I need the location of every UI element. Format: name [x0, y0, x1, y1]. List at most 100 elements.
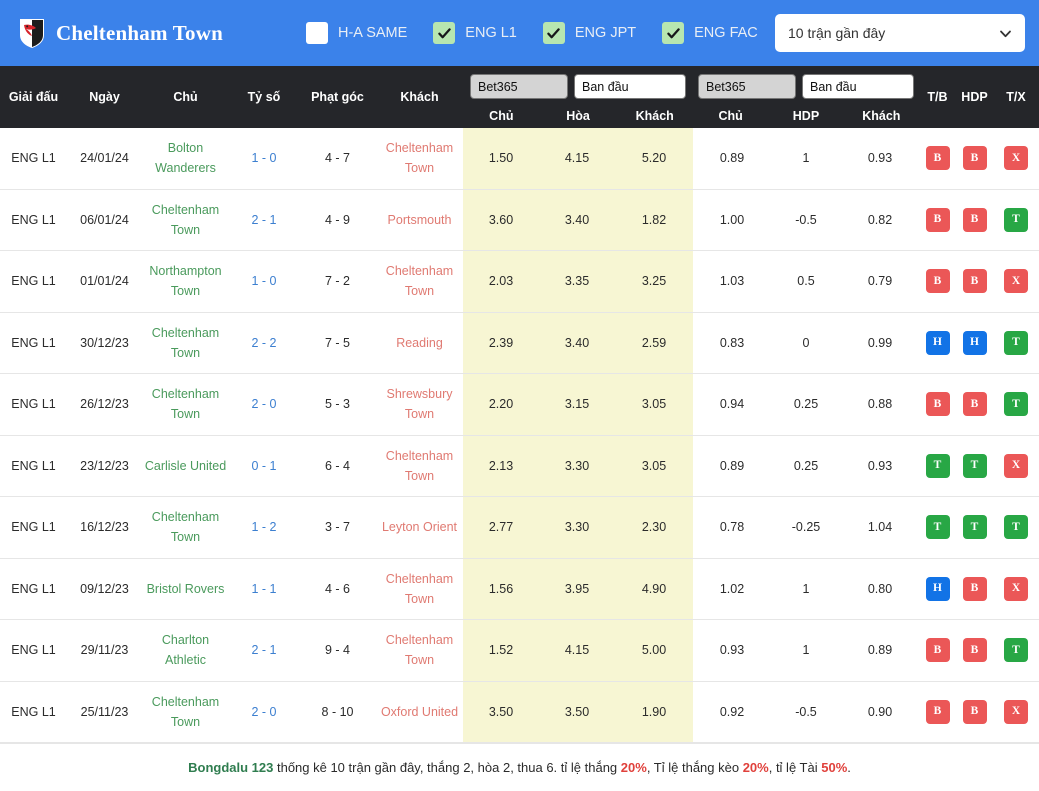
result-badge-tx-cell: T	[993, 312, 1039, 374]
result-badge-hdp: B	[962, 146, 987, 171]
odds-period-select-wrap[interactable]: Ban đầu	[574, 74, 686, 99]
result-badge-tb: B	[925, 207, 950, 232]
odds-home: 1.52	[463, 619, 539, 681]
odds-sub-away: Khách	[635, 108, 674, 123]
result-badge-tb: T	[925, 515, 950, 540]
result-badge-tb-cell: H	[919, 312, 956, 374]
table-row[interactable]: ENG L1 16/12/23 Cheltenham Town 1 - 2 3 - 7 L…	[0, 496, 1039, 559]
asian-away: 0.82	[867, 212, 893, 227]
result-badge-hdp-cell: B	[956, 251, 993, 313]
league-filters: H-A SAME ENG L1 ENG JPT ENG FAC	[306, 22, 758, 44]
table-row[interactable]: ENG L1 09/12/23 Bristol Rovers 1 - 1 4 - 6 Ch…	[0, 558, 1039, 620]
result-badge-hdp-cell: B	[956, 681, 993, 743]
table-row[interactable]: ENG L1 30/12/23 Cheltenham Town 2 - 2 7 - 5 R…	[0, 312, 1039, 374]
asian-hdp: 1	[802, 643, 810, 658]
home-team: Northampton Town	[149, 264, 222, 299]
asian-away: 0.90	[867, 704, 893, 719]
corner-score: 7 - 2	[324, 274, 350, 289]
corner-score: 5 - 3	[324, 397, 350, 412]
filter-ha-same[interactable]: H-A SAME	[306, 22, 407, 44]
asian-hdp: -0.25	[791, 520, 821, 535]
odds-away: 3.05	[615, 435, 693, 497]
table-header-row: Giải đấu Ngày Chủ Tỷ số Phạt góc Khách B…	[0, 66, 1039, 128]
result-badge-hdp-cell: B	[956, 620, 993, 682]
odds-draw: 3.40	[539, 312, 615, 374]
match-league: ENG L1	[11, 212, 56, 227]
result-badge-tx: X	[1004, 146, 1028, 171]
filter-eng-l1[interactable]: ENG L1	[433, 22, 517, 44]
odds-away: 5.00	[615, 619, 693, 681]
filter-eng-fac[interactable]: ENG FAC	[662, 22, 758, 44]
corner-score: 3 - 7	[324, 520, 350, 535]
filter-eng-jpt[interactable]: ENG JPT	[542, 22, 636, 44]
odds-sub-draw: Hòa	[566, 108, 590, 123]
away-team: Reading	[396, 335, 443, 350]
odds-sub-home: Chủ	[489, 108, 514, 123]
odds-bookmaker-select-wrap[interactable]: Bet365	[470, 74, 568, 99]
odds-period-select[interactable]: Ban đầu	[574, 74, 686, 99]
odds-bookmaker-select[interactable]: Bet365	[470, 74, 568, 99]
match-range-select[interactable]: 10 trận gần đây	[775, 14, 1025, 52]
asian-period-select-wrap[interactable]: Ban đầu	[802, 74, 914, 99]
recent-matches-table: Giải đấu Ngày Chủ Tỷ số Phạt góc Khách B…	[0, 66, 1039, 743]
corner-score: 4 - 9	[324, 212, 350, 227]
match-score: 1 - 1	[251, 581, 277, 596]
odds-home: 3.60	[463, 189, 539, 251]
odds-draw: 3.50	[539, 681, 615, 743]
match-date: 06/01/24	[80, 212, 129, 227]
odds-away: 1.82	[615, 189, 693, 251]
asian-home: 1.02	[719, 581, 745, 596]
odds-home: 3.50	[463, 681, 539, 743]
away-team: Cheltenham Town	[385, 141, 454, 176]
result-badge-tb-cell: B	[919, 251, 956, 313]
odds-draw: 4.15	[539, 128, 615, 189]
asian-away: 0.79	[867, 274, 893, 289]
asian-home: 0.89	[719, 458, 745, 473]
match-date: 01/01/24	[80, 274, 129, 289]
asian-period-select[interactable]: Ban đầu	[802, 74, 914, 99]
checkbox-checked-icon[interactable]	[433, 22, 456, 44]
header-bar: Cheltenham Town H-A SAME ENG L1 ENG JPT …	[0, 0, 1039, 66]
home-team: Bolton Wanderers	[155, 141, 216, 176]
match-score: 2 - 0	[251, 397, 277, 412]
summary-part-4: .	[847, 760, 851, 775]
result-badge-tx-cell: T	[993, 497, 1039, 559]
odds-home: 2.13	[463, 435, 539, 497]
asian-away: 0.99	[867, 335, 893, 350]
col-away-label: Khách	[400, 90, 439, 104]
col-date: Ngày	[67, 66, 142, 128]
col-tx: T/X	[993, 66, 1039, 128]
table-row[interactable]: ENG L1 29/11/23 Charlton Athletic 2 - 1 9 - …	[0, 619, 1039, 682]
team-name: Cheltenham Town	[56, 20, 223, 45]
checkbox-checked-icon[interactable]	[662, 22, 685, 44]
result-badge-hdp: B	[962, 392, 987, 417]
table-row[interactable]: ENG L1 06/01/24 Cheltenham Town 2 - 1 4 - 9 P…	[0, 189, 1039, 251]
checkbox-checked-icon[interactable]	[542, 22, 565, 44]
odds-draw: 3.30	[539, 496, 615, 558]
result-badge-tx: X	[1004, 269, 1028, 294]
asian-away: 0.88	[867, 397, 893, 412]
match-league: ENG L1	[11, 520, 56, 535]
result-badge-tx-cell: X	[993, 558, 1039, 620]
result-badge-tx-cell: X	[993, 128, 1039, 189]
table-row[interactable]: ENG L1 25/11/23 Cheltenham Town 2 - 0 8 - 10…	[0, 681, 1039, 743]
asian-bookmaker-select[interactable]: Bet365	[698, 74, 796, 99]
table-row[interactable]: ENG L1 26/12/23 Cheltenham Town 2 - 0 5 - 3 S…	[0, 373, 1039, 436]
result-badge-tb: T	[925, 453, 950, 478]
match-score: 2 - 0	[251, 704, 277, 719]
col-corner: Phạt góc	[299, 66, 376, 128]
away-team: Cheltenham Town	[385, 571, 454, 606]
result-badge-hdp-cell: B	[956, 374, 993, 436]
table-row[interactable]: ENG L1 23/12/23 Carlisle United 0 - 1 6 - 4 C…	[0, 435, 1039, 497]
asian-home: 0.93	[719, 643, 745, 658]
match-league: ENG L1	[11, 704, 56, 719]
result-badge-tb-cell: T	[919, 497, 956, 559]
col-home-label: Chủ	[173, 90, 198, 104]
checkbox-icon[interactable]	[306, 22, 328, 44]
table-row[interactable]: ENG L1 01/01/24 Northampton Town 1 - 0 7 - 2…	[0, 250, 1039, 313]
asian-bookmaker-select-wrap[interactable]: Bet365	[698, 74, 796, 99]
table-row[interactable]: ENG L1 24/01/24 Bolton Wanderers 1 - 0 4 - 7…	[0, 128, 1039, 189]
win-pct: 20%	[620, 760, 647, 775]
home-team: Bristol Rovers	[146, 581, 225, 596]
result-badge-hdp-cell: B	[956, 189, 993, 251]
